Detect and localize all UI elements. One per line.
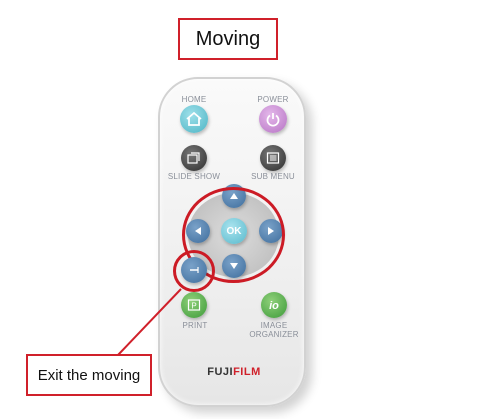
callout-text: Exit the moving <box>37 366 141 384</box>
callout-box: Exit the moving <box>26 354 152 396</box>
